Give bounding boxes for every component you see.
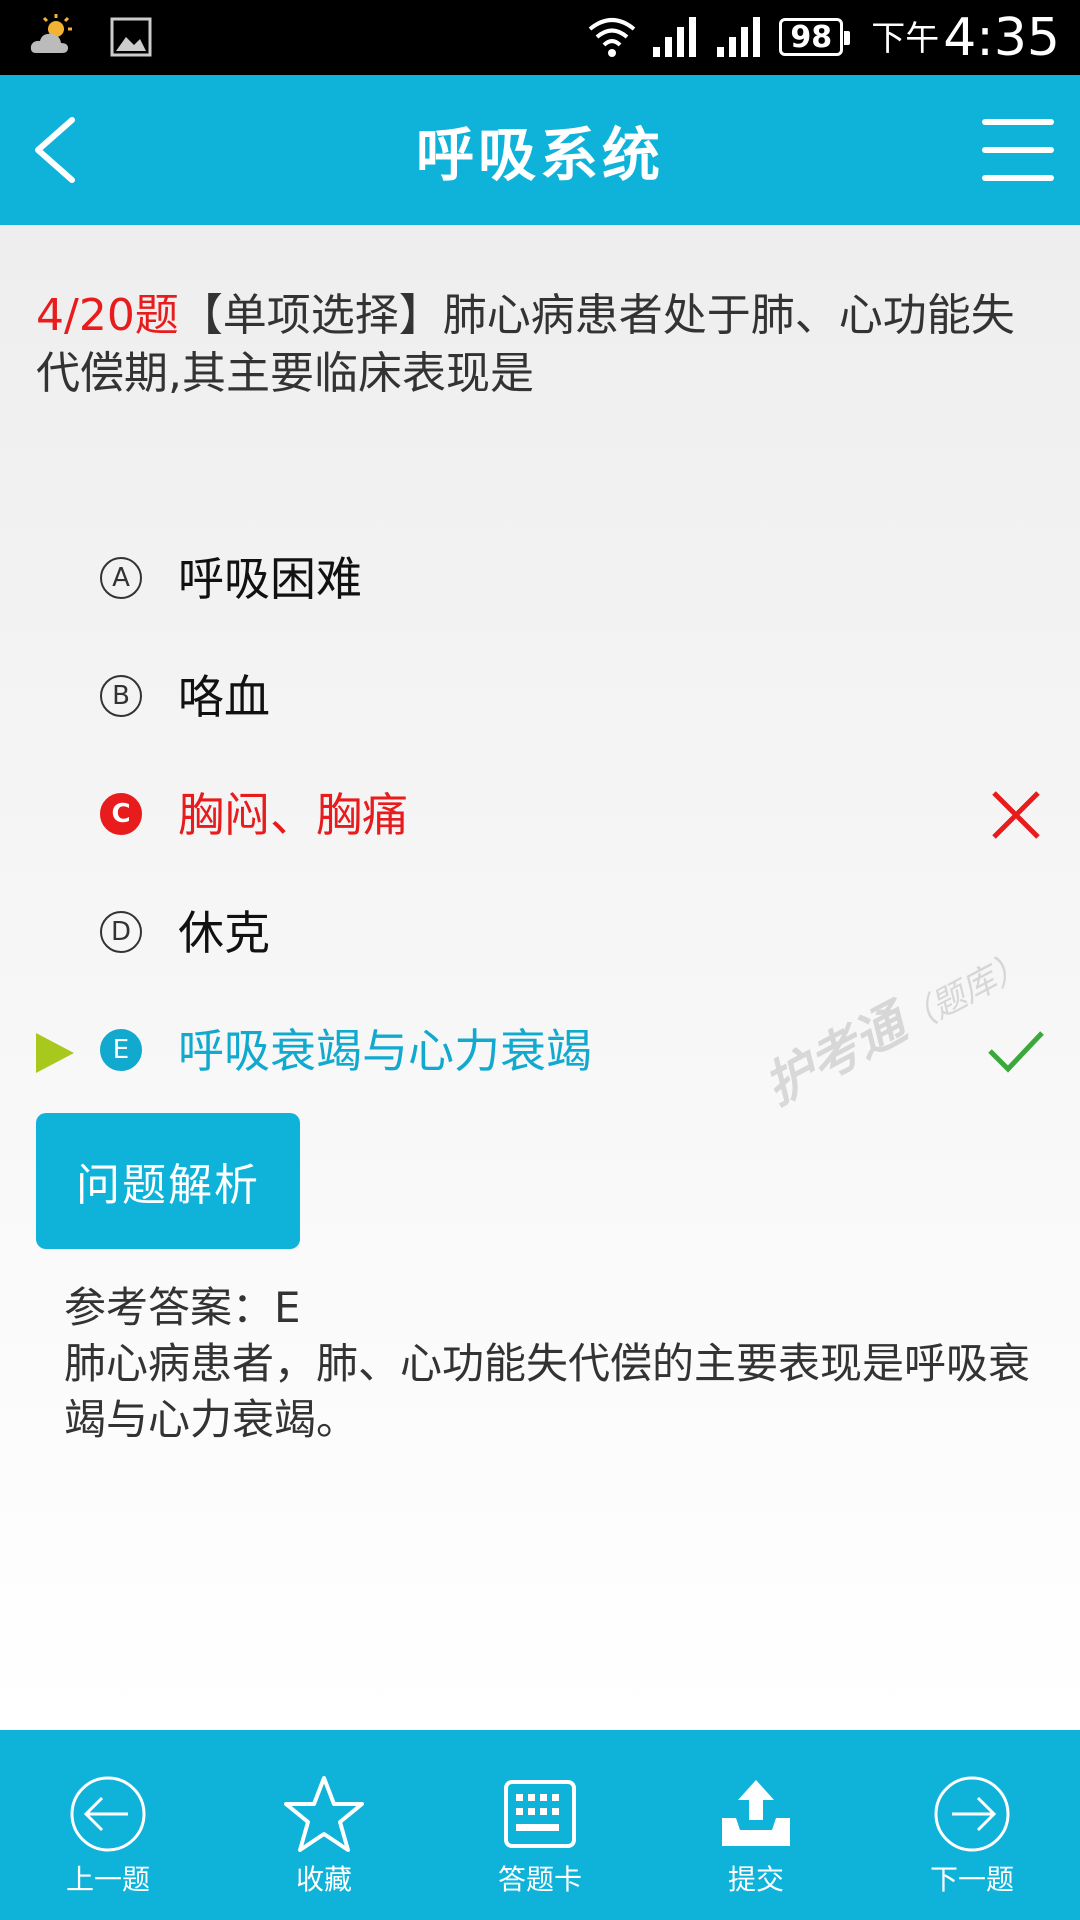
option-a[interactable]: A 呼吸困难 (0, 527, 1080, 637)
wifi-icon (588, 18, 636, 57)
option-letter-badge: C (100, 793, 142, 835)
question-number: 4/20题 (36, 290, 179, 341)
explanation-text: 肺心病患者，肺、心功能失代偿的主要表现是呼吸衰竭与心力衰竭。 (64, 1339, 1031, 1444)
nav-label: 上一题 (65, 1863, 150, 1896)
option-letter-badge: E (100, 1029, 142, 1071)
upload-tray-icon (722, 1780, 790, 1846)
submit-button[interactable]: 提交 (648, 1730, 864, 1920)
next-question-button[interactable]: 下一题 (864, 1730, 1080, 1920)
nav-label: 提交 (727, 1863, 784, 1896)
menu-icon[interactable] (982, 113, 1054, 187)
question-stem: 【单项选择】肺心病患者处于肺、心功能失代偿期,其主要临床表现是 (36, 290, 1015, 399)
correct-check-icon (988, 1031, 1044, 1073)
clock: 下午 4:35 (871, 7, 1060, 68)
nav-label: 收藏 (295, 1863, 352, 1896)
signal-icon (653, 17, 697, 57)
nav-label: 下一题 (929, 1863, 1014, 1896)
option-letter-badge: A (100, 557, 142, 599)
play-arrow-icon (36, 1033, 74, 1073)
option-letter-badge: D (100, 911, 142, 953)
question-text: 4/20题【单项选择】肺心病患者处于肺、心功能失代偿期,其主要临床表现是 (36, 287, 1026, 403)
option-text: 胸闷、胸痛 (178, 788, 408, 842)
option-c[interactable]: C 胸闷、胸痛 (0, 763, 1080, 873)
star-icon (284, 1776, 364, 1852)
question-content: 4/20题【单项选择】肺心病患者处于肺、心功能失代偿期,其主要临床表现是 A 呼… (0, 225, 1080, 1730)
option-letter-badge: B (100, 675, 142, 717)
option-b[interactable]: B 咯血 (0, 645, 1080, 755)
option-text: 咯血 (178, 670, 270, 724)
reference-answer: 参考答案：E (64, 1283, 301, 1332)
answer-card-button[interactable]: 答题卡 (432, 1730, 648, 1920)
wrong-x-icon (992, 791, 1040, 839)
battery-indicator: 98 (779, 18, 851, 56)
weather-partly-cloudy-icon (30, 14, 72, 53)
option-text: 休克 (178, 906, 270, 960)
arrow-right-circle-icon (934, 1776, 1010, 1852)
app-bar: 呼吸系统 (0, 75, 1080, 225)
signal-icon (717, 17, 761, 57)
option-text: 呼吸衰竭与心力衰竭 (178, 1024, 592, 1078)
nav-label: 答题卡 (497, 1863, 582, 1896)
arrow-left-circle-icon (70, 1776, 146, 1852)
bottom-navigation: 上一题 收藏 答题卡 提交 下一题 (0, 1730, 1080, 1920)
prev-question-button[interactable]: 上一题 (0, 1730, 216, 1920)
status-bar: 98 下午 4:35 (0, 0, 1080, 75)
favorite-button[interactable]: 收藏 (216, 1730, 432, 1920)
page-title: 呼吸系统 (415, 121, 664, 189)
answer-explanation: 参考答案：E 肺心病患者，肺、心功能失代偿的主要表现是呼吸衰竭与心力衰竭。 (64, 1280, 1044, 1448)
option-text: 呼吸困难 (178, 552, 362, 606)
image-icon (110, 17, 152, 57)
keypad-grid-icon (504, 1780, 576, 1848)
question-analysis-button[interactable]: 问题解析 (36, 1113, 300, 1249)
